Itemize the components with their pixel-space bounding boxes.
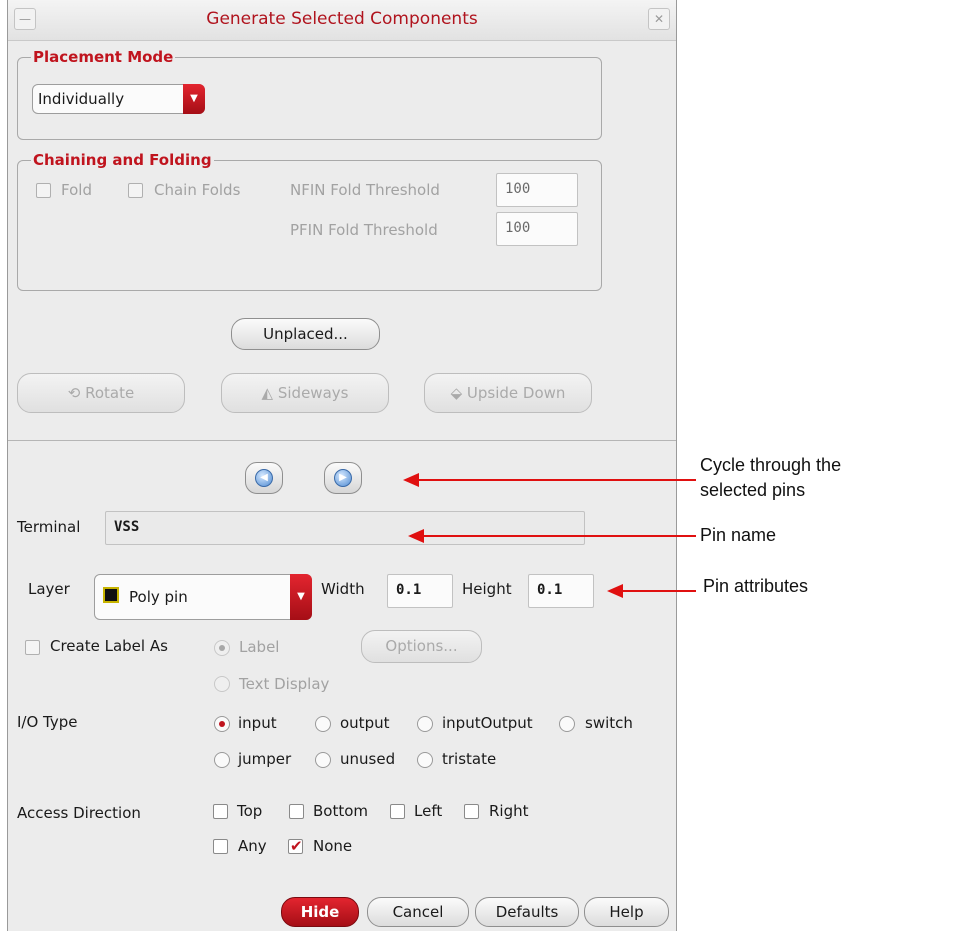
help-button-label: Help <box>609 903 644 921</box>
height-field[interactable]: 0.1 <box>528 574 594 608</box>
checkmark-icon: ✔ <box>290 837 303 855</box>
height-label: Height <box>462 580 512 598</box>
hide-button-label: Hide <box>300 903 340 921</box>
io-output-radio[interactable] <box>315 716 331 732</box>
layer-value: Poly pin <box>129 588 188 606</box>
io-type-label: I/O Type <box>17 713 78 731</box>
fold-label: Fold <box>61 181 92 199</box>
terminal-label: Terminal <box>17 518 81 536</box>
access-any-checkbox[interactable] <box>213 839 228 854</box>
io-jumper-label: jumper <box>238 750 292 768</box>
placement-mode-value: Individually <box>38 90 125 108</box>
io-jumper-radio[interactable] <box>214 752 230 768</box>
cancel-button[interactable]: Cancel <box>367 897 469 927</box>
io-tristate-radio[interactable] <box>417 752 433 768</box>
io-input-radio[interactable] <box>214 716 230 732</box>
width-field[interactable]: 0.1 <box>387 574 453 608</box>
access-left-label: Left <box>414 802 443 820</box>
access-right-checkbox[interactable] <box>464 804 479 819</box>
defaults-button-label: Defaults <box>495 903 559 921</box>
arrow-left-icon: ◀ <box>255 469 273 487</box>
help-button[interactable]: Help <box>584 897 669 927</box>
sideways-button-label: Sideways <box>277 384 349 402</box>
access-direction-label: Access Direction <box>17 804 141 822</box>
upside-down-icon: ⬙ <box>450 384 467 402</box>
io-unused-radio[interactable] <box>315 752 331 768</box>
dialog-title: Generate Selected Components <box>206 9 478 29</box>
rotate-icon: ⟲ <box>67 384 86 402</box>
unplaced-button-label: Unplaced... <box>263 325 348 343</box>
nfin-fold-threshold-label: NFIN Fold Threshold <box>290 181 440 199</box>
unplaced-button[interactable]: Unplaced... <box>231 318 380 350</box>
text-display-radio[interactable] <box>214 676 230 692</box>
io-output-label: output <box>340 714 390 732</box>
cycle-arrow-line <box>418 479 696 481</box>
pin-name-arrow-line <box>422 535 696 537</box>
io-tristate-label: tristate <box>442 750 497 768</box>
access-right-label: Right <box>489 802 529 820</box>
layer-dropdown[interactable]: Poly pin ▼ <box>94 574 312 620</box>
options-button[interactable]: Options... <box>361 630 482 663</box>
create-label-checkbox[interactable] <box>25 640 40 655</box>
label-radio-label: Label <box>239 638 280 656</box>
chain-folds-checkbox[interactable] <box>128 183 143 198</box>
previous-pin-button[interactable]: ◀ <box>245 462 283 494</box>
upside-down-button[interactable]: ⬙ Upside Down <box>424 373 592 413</box>
access-any-label: Any <box>238 837 267 855</box>
title-bar: — Generate Selected Components ✕ <box>8 0 676 41</box>
generate-selected-components-dialog: — Generate Selected Components ✕ Placeme… <box>7 0 677 931</box>
text-display-radio-label: Text Display <box>239 675 330 693</box>
io-inputoutput-label: inputOutput <box>442 714 533 732</box>
access-top-label: Top <box>237 802 263 820</box>
next-pin-button[interactable]: ▶ <box>324 462 362 494</box>
layer-label: Layer <box>28 580 70 598</box>
section-divider <box>8 440 676 441</box>
arrow-right-icon: ▶ <box>334 469 352 487</box>
label-radio[interactable] <box>214 640 230 656</box>
annotation-pin-name: Pin name <box>700 525 777 545</box>
placement-mode-dropdown[interactable]: Individually ▼ <box>32 84 205 114</box>
upside-down-button-label: Upside Down <box>466 384 566 402</box>
width-label: Width <box>321 580 365 598</box>
nfin-fold-threshold-field[interactable]: 100 <box>496 173 578 207</box>
io-input-label: input <box>238 714 277 732</box>
io-unused-label: unused <box>340 750 396 768</box>
io-inputoutput-radio[interactable] <box>417 716 433 732</box>
create-label-label: Create Label As <box>50 637 168 655</box>
access-top-checkbox[interactable] <box>213 804 228 819</box>
chaining-folding-legend: Chaining and Folding <box>31 151 214 169</box>
cancel-button-label: Cancel <box>392 903 444 921</box>
access-left-checkbox[interactable] <box>390 804 405 819</box>
pin-attributes-arrow-line <box>621 590 696 592</box>
chevron-down-icon: ▼ <box>290 574 312 620</box>
annotation-pin-attributes: Pin attributes <box>703 576 809 596</box>
placement-mode-legend: Placement Mode <box>31 48 176 66</box>
sideways-icon: ◭ <box>261 384 278 402</box>
cycle-arrowhead <box>403 473 419 487</box>
access-bottom-checkbox[interactable] <box>289 804 304 819</box>
pfin-fold-threshold-field[interactable]: 100 <box>496 212 578 246</box>
terminal-field[interactable]: VSS <box>105 511 585 545</box>
pfin-fold-threshold-label: PFIN Fold Threshold <box>290 221 438 239</box>
sideways-button[interactable]: ◭ Sideways <box>221 373 389 413</box>
rotate-button-label: Rotate <box>85 384 135 402</box>
io-switch-radio[interactable] <box>559 716 575 732</box>
fold-checkbox[interactable] <box>36 183 51 198</box>
defaults-button[interactable]: Defaults <box>475 897 579 927</box>
annotation-cycle-line1: Cycle through the <box>700 455 842 475</box>
io-switch-label: switch <box>585 714 633 732</box>
access-bottom-label: Bottom <box>313 802 369 820</box>
access-none-label: None <box>313 837 353 855</box>
layer-swatch-icon <box>103 587 119 603</box>
chevron-down-icon: ▼ <box>183 84 205 114</box>
rotate-button[interactable]: ⟲ Rotate <box>17 373 185 413</box>
access-none-checkbox[interactable]: ✔ <box>288 839 303 854</box>
chain-folds-label: Chain Folds <box>154 181 241 199</box>
options-button-label: Options... <box>385 637 458 655</box>
hide-button[interactable]: Hide <box>281 897 359 927</box>
close-icon[interactable]: ✕ <box>648 8 670 30</box>
annotation-cycle-line2: selected pins <box>700 480 806 500</box>
